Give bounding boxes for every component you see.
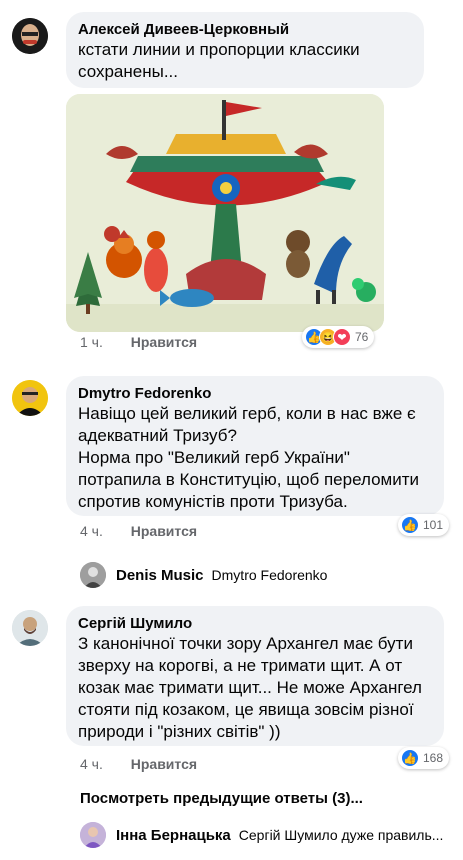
reactions-badge[interactable]: 👍 168 — [398, 747, 450, 769]
avatar[interactable] — [80, 822, 106, 848]
avatar[interactable] — [12, 610, 48, 646]
reaction-count: 101 — [423, 518, 444, 532]
comment-meta: 1 ч. Нравится — [80, 334, 197, 350]
like-button[interactable]: Нравится — [131, 523, 197, 539]
comment-time[interactable]: 4 ч. — [80, 523, 103, 539]
comment-time[interactable]: 1 ч. — [80, 334, 103, 350]
reaction-count: 168 — [423, 751, 444, 765]
reply-preview[interactable]: Denis Music Dmytro Fedorenko — [80, 562, 327, 588]
avatar[interactable] — [12, 18, 48, 54]
reply-author[interactable]: Інна Бернацька — [116, 827, 231, 844]
reply-author[interactable]: Denis Music — [116, 567, 204, 584]
comment-text: З канонічної точки зору Архангел має бут… — [78, 634, 422, 741]
reply-preview[interactable]: Інна Бернацька Сергій Шумило дуже правил… — [80, 822, 443, 848]
comment-author[interactable]: Алексей Дивеев-Церковный — [78, 20, 412, 39]
comment-time[interactable]: 4 ч. — [80, 756, 103, 772]
comment-meta: 4 ч. Нравится — [80, 756, 197, 772]
comment-text: кстати линии и пропорции классики сохран… — [78, 40, 360, 81]
avatar[interactable] — [12, 380, 48, 416]
comment-author[interactable]: Сергій Шумило — [78, 614, 432, 633]
reactions-badge[interactable]: 👍 😆 ❤ 76 — [302, 326, 375, 348]
like-reaction-icon: 👍 — [401, 516, 419, 534]
reply-text: Сергій Шумило дуже правиль... — [238, 827, 444, 843]
view-previous-replies-link[interactable]: Посмотреть предыдущие ответы (3)... — [80, 790, 363, 807]
reply-text: Dmytro Fedorenko — [211, 567, 328, 583]
love-reaction-icon: ❤ — [333, 328, 351, 346]
reaction-count: 76 — [355, 330, 369, 344]
comment-image[interactable] — [66, 94, 384, 332]
avatar[interactable] — [80, 562, 106, 588]
like-button[interactable]: Нравится — [131, 756, 197, 772]
reactions-badge[interactable]: 👍 101 — [398, 514, 450, 536]
comment-author[interactable]: Dmytro Fedorenko — [78, 384, 432, 403]
comment-bubble: Алексей Дивеев-Церковный кстати линии и … — [66, 12, 424, 88]
comment-bubble: Dmytro Fedorenko Навіщо цей великий герб… — [66, 376, 444, 516]
comment-text: Навіщо цей великий герб, коли в нас вже … — [78, 404, 419, 511]
like-reaction-icon: 👍 — [401, 749, 419, 767]
like-button[interactable]: Нравится — [131, 334, 197, 350]
comment-bubble: Сергій Шумило З канонічної точки зору Ар… — [66, 606, 444, 746]
comment-meta: 4 ч. Нравится — [80, 523, 197, 539]
